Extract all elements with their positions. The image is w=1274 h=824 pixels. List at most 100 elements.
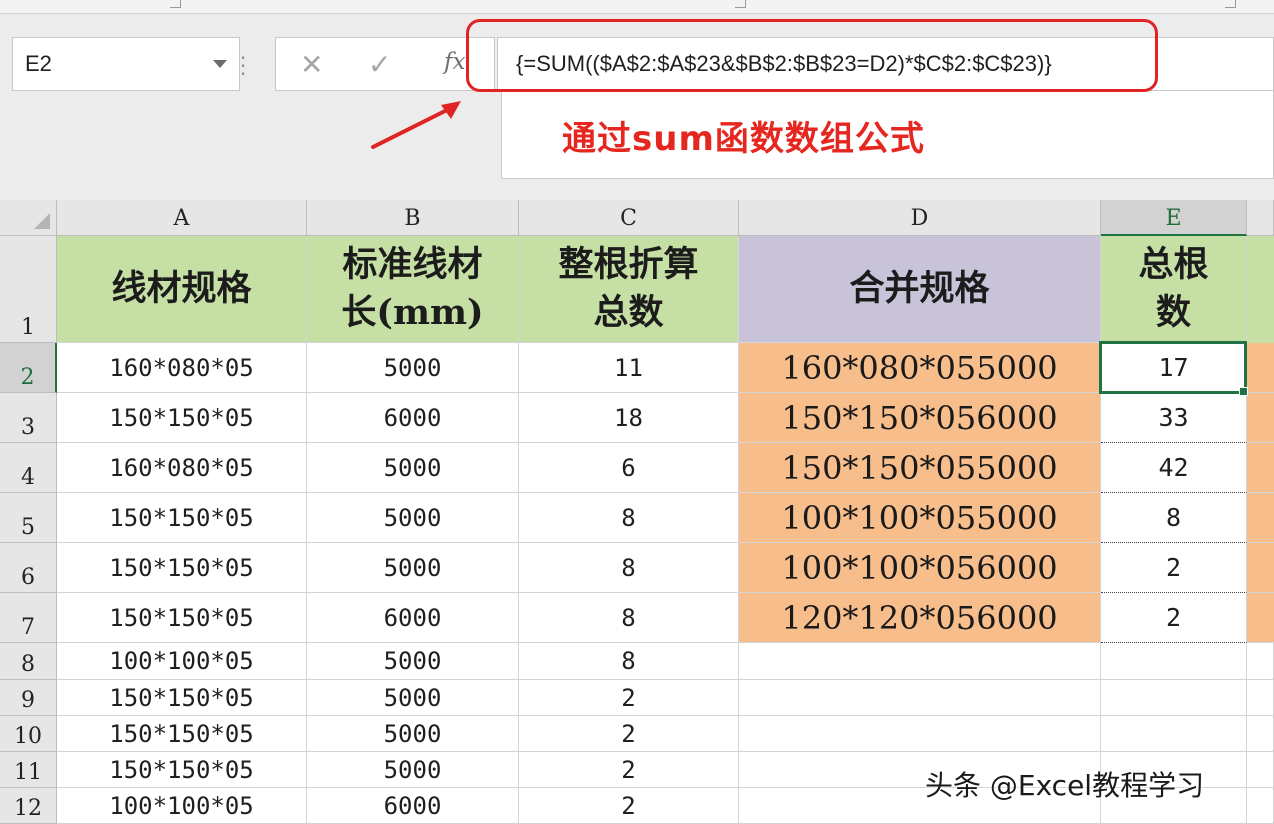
header-cell-f[interactable] — [1247, 236, 1274, 343]
cell-e6[interactable]: 2 — [1101, 543, 1247, 593]
cell-a7[interactable]: 150*150*05 — [57, 593, 307, 643]
cell-c4[interactable]: 6 — [519, 443, 739, 493]
dialog-launcher-icon[interactable] — [1225, 0, 1236, 8]
header-cell-b[interactable]: 标准线材 长(mm) — [307, 236, 519, 343]
dialog-launcher-icon[interactable] — [170, 0, 181, 8]
cell-b2[interactable]: 5000 — [307, 343, 519, 393]
select-all-corner[interactable] — [0, 200, 57, 236]
fill-handle[interactable] — [1239, 387, 1248, 396]
cell-a12[interactable]: 100*100*05 — [57, 788, 307, 824]
cell-d10[interactable] — [739, 716, 1101, 752]
cell-c3[interactable]: 18 — [519, 393, 739, 443]
dialog-launcher-icon[interactable] — [735, 0, 746, 8]
cell-a2[interactable]: 160*080*05 — [57, 343, 307, 393]
cell-b9[interactable]: 5000 — [307, 680, 519, 716]
cell-c11[interactable]: 2 — [519, 752, 739, 788]
cell-a11[interactable]: 150*150*05 — [57, 752, 307, 788]
cell-f4[interactable] — [1247, 443, 1274, 493]
cell-d3[interactable]: 150*150*056000 — [739, 393, 1101, 443]
column-header-f[interactable] — [1247, 200, 1274, 236]
row-header[interactable]: 2 — [0, 343, 57, 393]
row-header[interactable]: 8 — [0, 643, 57, 680]
header-d-text: 合并规格 — [849, 268, 990, 309]
cell-c6[interactable]: 8 — [519, 543, 739, 593]
cell-c2[interactable]: 11 — [519, 343, 739, 393]
cell-b6[interactable]: 5000 — [307, 543, 519, 593]
cell-f12[interactable] — [1247, 788, 1274, 824]
row-header[interactable]: 7 — [0, 593, 57, 643]
cell-d6[interactable]: 100*100*056000 — [739, 543, 1101, 593]
cell-b10[interactable]: 5000 — [307, 716, 519, 752]
chevron-down-icon[interactable] — [213, 60, 227, 68]
cell-c5[interactable]: 8 — [519, 493, 739, 543]
insert-function-icon[interactable]: fx — [444, 49, 465, 75]
column-header-d[interactable]: D — [739, 200, 1101, 236]
cell-f11[interactable] — [1247, 752, 1274, 788]
column-header-b[interactable]: B — [307, 200, 519, 236]
vertical-dots-icon[interactable]: · · · — [238, 48, 248, 84]
row-header[interactable]: 5 — [0, 493, 57, 543]
column-header-c[interactable]: C — [519, 200, 739, 236]
cell-a10[interactable]: 150*150*05 — [57, 716, 307, 752]
cell-a9[interactable]: 150*150*05 — [57, 680, 307, 716]
enter-check-icon[interactable]: ✓ — [368, 48, 391, 81]
cell-a4[interactable]: 160*080*05 — [57, 443, 307, 493]
column-header-e[interactable]: E — [1101, 200, 1247, 236]
cell-f2[interactable] — [1247, 343, 1274, 393]
cell-f5[interactable] — [1247, 493, 1274, 543]
row-number: 7 — [21, 615, 35, 640]
row-header[interactable]: 12 — [0, 788, 57, 824]
header-cell-a[interactable]: 线材规格 — [57, 236, 307, 343]
cell-e3[interactable]: 33 — [1101, 393, 1247, 443]
row-header[interactable]: 6 — [0, 543, 57, 593]
cell-b12[interactable]: 6000 — [307, 788, 519, 824]
cell-b8[interactable]: 5000 — [307, 643, 519, 680]
header-cell-e[interactable]: 总根 数 — [1101, 236, 1247, 343]
cell-a8[interactable]: 100*100*05 — [57, 643, 307, 680]
cell-c9[interactable]: 2 — [519, 680, 739, 716]
cell-f8[interactable] — [1247, 643, 1274, 680]
cell-d5[interactable]: 100*100*055000 — [739, 493, 1101, 543]
cell-c7[interactable]: 8 — [519, 593, 739, 643]
cell-e7[interactable]: 2 — [1101, 593, 1247, 643]
cell-c12[interactable]: 2 — [519, 788, 739, 824]
cell-e8[interactable] — [1101, 643, 1247, 680]
cell-d7[interactable]: 120*120*056000 — [739, 593, 1101, 643]
cell-b4[interactable]: 5000 — [307, 443, 519, 493]
row-header[interactable]: 10 — [0, 716, 57, 752]
column-header-a[interactable]: A — [57, 200, 307, 236]
cell-c10[interactable]: 2 — [519, 716, 739, 752]
row-header[interactable]: 9 — [0, 680, 57, 716]
row-header[interactable]: 4 — [0, 443, 57, 493]
cell-a3[interactable]: 150*150*05 — [57, 393, 307, 443]
name-box[interactable]: E2 — [12, 37, 240, 91]
cell-f7[interactable] — [1247, 593, 1274, 643]
cell-f9[interactable] — [1247, 680, 1274, 716]
cell-b3[interactable]: 6000 — [307, 393, 519, 443]
cell-f3[interactable] — [1247, 393, 1274, 443]
header-cell-d[interactable]: 合并规格 — [739, 236, 1101, 343]
cell-e9[interactable] — [1101, 680, 1247, 716]
row-header[interactable]: 1 — [0, 236, 57, 343]
cell-e10[interactable] — [1101, 716, 1247, 752]
cell-d4[interactable]: 150*150*055000 — [739, 443, 1101, 493]
cell-a6[interactable]: 150*150*05 — [57, 543, 307, 593]
row-number: 3 — [21, 415, 35, 440]
cell-d2[interactable]: 160*080*055000 — [739, 343, 1101, 393]
cell-b5[interactable]: 5000 — [307, 493, 519, 543]
cell-e5[interactable]: 8 — [1101, 493, 1247, 543]
cell-b11[interactable]: 5000 — [307, 752, 519, 788]
cell-a5[interactable]: 150*150*05 — [57, 493, 307, 543]
name-box-value: E2 — [25, 51, 52, 76]
cell-e4[interactable]: 42 — [1101, 443, 1247, 493]
cell-d9[interactable] — [739, 680, 1101, 716]
row-header[interactable]: 11 — [0, 752, 57, 788]
cell-f10[interactable] — [1247, 716, 1274, 752]
cell-c8[interactable]: 8 — [519, 643, 739, 680]
cancel-icon[interactable]: ✕ — [300, 48, 323, 81]
cell-d8[interactable] — [739, 643, 1101, 680]
cell-b7[interactable]: 6000 — [307, 593, 519, 643]
cell-f6[interactable] — [1247, 543, 1274, 593]
header-cell-c[interactable]: 整根折算 总数 — [519, 236, 739, 343]
row-header[interactable]: 3 — [0, 393, 57, 443]
